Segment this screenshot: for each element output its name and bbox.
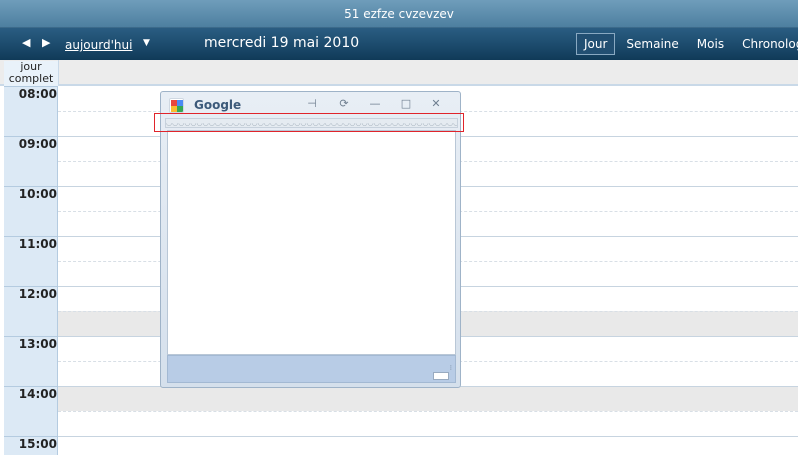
window-title: 51 ezfze cvzevzev	[344, 7, 454, 21]
gadget-footer: ⁞	[167, 355, 456, 383]
current-date-title: mercredi 19 mai 2010	[204, 35, 360, 51]
pin-icon[interactable]: ⊣	[304, 97, 320, 111]
calendar-toolbar: ◀ ▶ aujourd'hui ▼ mercredi 19 mai 2010 J…	[0, 28, 798, 60]
view-switcher: Jour Semaine Mois Chronologie	[576, 33, 798, 55]
hour-label-0900: 09:00	[18, 137, 57, 151]
maximize-icon[interactable]: □	[398, 97, 414, 111]
hour-label-1500: 15:00	[18, 437, 57, 451]
hour-label-0800: 08:00	[18, 87, 57, 101]
hour-label-1100: 11:00	[18, 237, 57, 251]
half-hour-line	[58, 411, 798, 412]
all-day-row[interactable]	[0, 60, 798, 86]
hour-label-1200: 12:00	[18, 287, 57, 301]
highlight-box	[154, 113, 464, 132]
all-day-label-line2: complet	[8, 72, 54, 85]
footer-box[interactable]	[433, 372, 449, 380]
hour-label-1400: 14:00	[18, 387, 57, 401]
window-title-bar: 51 ezfze cvzevzev	[0, 0, 798, 28]
hour-label-1300: 13:00	[18, 337, 57, 351]
view-day-button[interactable]: Jour	[576, 33, 616, 55]
close-icon[interactable]: ✕	[428, 97, 444, 111]
chevron-down-icon[interactable]: ▼	[143, 38, 150, 48]
resize-grip-icon[interactable]: ⁞	[450, 365, 452, 372]
gadget-title: Google	[194, 98, 242, 112]
all-day-label: jour complet	[4, 61, 58, 86]
today-link[interactable]: aujourd'hui	[65, 38, 132, 52]
divider	[58, 60, 59, 86]
google-gadget-window[interactable]: Google ⊣ ⟳ — □ ✕ ◡◡◡◡◡◡◡◡◡◡◡◡◡◡◡◡◡◡◡◡◡◡◡…	[160, 91, 461, 388]
view-week-button[interactable]: Semaine	[619, 33, 685, 55]
minimize-icon[interactable]: —	[367, 97, 383, 111]
refresh-icon[interactable]: ⟳	[336, 97, 352, 111]
view-timeline-button[interactable]: Chronologie	[735, 33, 798, 55]
hour-label-1000: 10:00	[18, 187, 57, 201]
gadget-content-area[interactable]	[167, 130, 456, 355]
google-gadget-icon	[169, 98, 184, 113]
view-month-button[interactable]: Mois	[690, 33, 731, 55]
shaded-slot	[58, 386, 798, 411]
hour-line	[58, 436, 798, 437]
prev-next-arrows-icon[interactable]: ◀ ▶	[22, 36, 54, 49]
